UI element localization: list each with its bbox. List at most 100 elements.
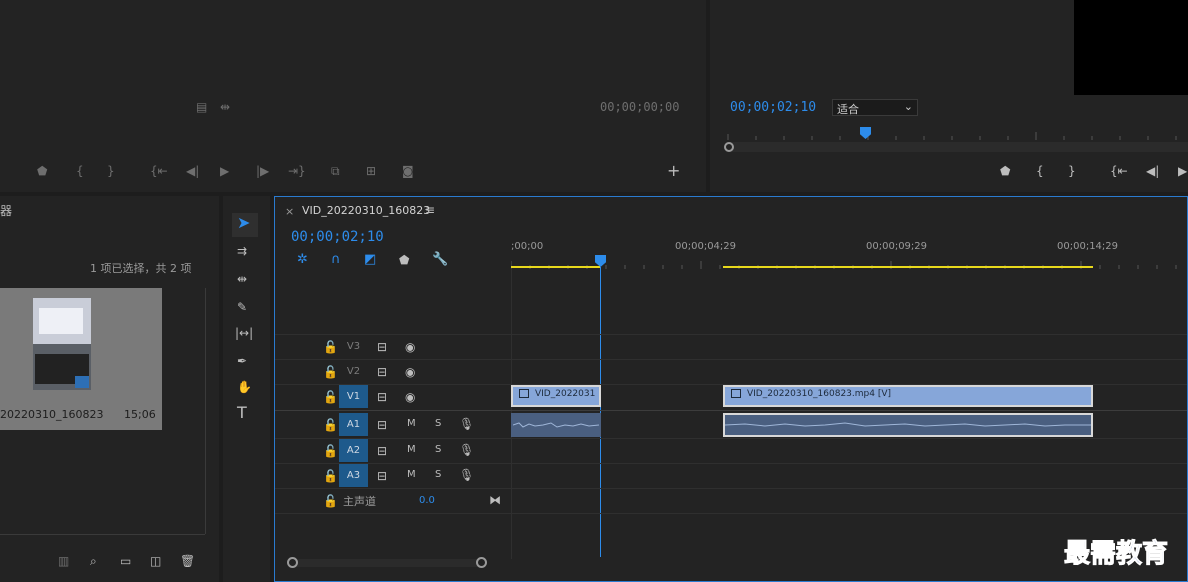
mute-button[interactable]: M [407, 469, 416, 480]
divider [275, 410, 1187, 411]
track-select-tool-icon[interactable]: ⇉ [237, 244, 247, 258]
add-button-icon[interactable]: + [667, 163, 680, 179]
eye-icon[interactable]: ◉ [405, 365, 415, 379]
track-header-v2: 🔓 V2 ⊟ ◉ [275, 360, 511, 384]
step-back-icon[interactable]: ◀| [186, 164, 199, 178]
microphone-icon[interactable]: 🎙 [459, 443, 474, 457]
program-timecode[interactable]: 00;00;02;10 [730, 100, 816, 115]
mark-out-icon[interactable]: } [1068, 164, 1076, 178]
sequence-tab[interactable]: VID_20220310_160823 [302, 204, 430, 217]
sync-lock-icon[interactable]: ⊟ [377, 444, 387, 458]
timeline-timecode[interactable]: 00;00;02;10 [291, 229, 384, 245]
step-forward-icon[interactable]: |▶ [256, 164, 269, 178]
project-item[interactable]: 20220310_160823 15;06 [0, 288, 162, 430]
lock-icon[interactable]: 🔓 [323, 469, 338, 483]
go-to-in-icon[interactable]: {⇤ [1110, 164, 1128, 178]
audio-clip-1[interactable] [511, 413, 601, 437]
track-label-v3[interactable]: V3 [339, 335, 368, 358]
selection-tool-icon[interactable]: ➤ [237, 215, 250, 231]
hand-tool-icon[interactable]: ✋ [237, 380, 252, 394]
marker-icon[interactable]: ⬟ [1000, 164, 1010, 178]
freeform-view-icon[interactable]: ▥ [58, 554, 69, 568]
lock-icon[interactable]: 🔓 [323, 444, 338, 458]
lock-icon[interactable]: 🔓 [323, 418, 338, 432]
program-scrollbar[interactable] [724, 142, 1188, 152]
sync-lock-icon[interactable]: ⊟ [377, 390, 387, 404]
lock-icon[interactable]: 🔓 [323, 494, 338, 508]
master-volume-value[interactable]: 0.0 [419, 495, 435, 506]
overwrite-icon[interactable]: ⊞ [366, 164, 376, 178]
mute-button[interactable]: M [407, 418, 416, 429]
linked-selection-icon[interactable]: ◩ [364, 253, 376, 267]
eye-icon[interactable]: ◉ [405, 390, 415, 404]
sync-lock-icon[interactable]: ⊟ [377, 365, 387, 379]
track-header-a1: 🔓 A1 ⊟ M S 🎙 [275, 413, 511, 437]
lock-icon[interactable]: 🔓 [323, 365, 338, 379]
solo-button[interactable]: S [435, 418, 441, 429]
close-tab-icon[interactable]: × [285, 205, 294, 218]
track-label-a1[interactable]: A1 [339, 413, 368, 436]
camera-icon[interactable]: ◙ [402, 164, 414, 178]
scroll-handle-right[interactable] [476, 557, 487, 568]
pen-tool-icon[interactable]: ✒ [237, 354, 247, 368]
slip-tool-icon[interactable]: |↔| [235, 326, 253, 340]
scroll-handle-left[interactable] [724, 142, 734, 152]
new-bin-icon[interactable]: ▭ [120, 554, 131, 568]
track-label-a2[interactable]: A2 [339, 439, 368, 462]
drag-audio-icon[interactable]: ⇹ [220, 100, 230, 114]
wrench-icon[interactable]: 🔧 [432, 253, 448, 267]
zoom-dropdown[interactable]: 适合 ⌄ [832, 99, 918, 116]
nest-toggle-icon[interactable]: ✲ [297, 253, 308, 267]
track-label-a3[interactable]: A3 [339, 464, 368, 487]
add-marker-icon[interactable]: ⬟ [399, 253, 409, 267]
sync-lock-icon[interactable]: ⊟ [377, 340, 387, 354]
video-clip-1[interactable]: VID_2022031 [511, 385, 601, 407]
panel-title[interactable]: 器 [0, 202, 12, 219]
track-label-v2[interactable]: V2 [339, 360, 368, 383]
go-to-out-icon[interactable]: ⇥} [288, 164, 306, 178]
solo-button[interactable]: S [435, 469, 441, 480]
razor-tool-icon[interactable]: ✎ [237, 300, 247, 314]
fx-badge-icon [731, 389, 741, 398]
ripple-edit-tool-icon[interactable]: ⇹ [237, 272, 247, 286]
mute-button[interactable]: M [407, 444, 416, 455]
lock-icon[interactable]: 🔓 [323, 390, 338, 404]
new-item-icon[interactable]: ◫ [150, 554, 161, 568]
track-header-v1: 🔓 V1 ⊟ ◉ [275, 385, 511, 409]
microphone-icon[interactable]: 🎙 [459, 417, 474, 431]
step-back-icon[interactable]: ◀| [1146, 164, 1159, 178]
track-label-v1[interactable]: V1 [339, 385, 368, 408]
clip-label: VID_20220310_160823.mp4 [V] [747, 389, 892, 399]
sync-lock-icon[interactable]: ⊟ [377, 469, 387, 483]
mark-in-icon[interactable]: { [1036, 164, 1044, 178]
lock-icon[interactable]: 🔓 [323, 340, 338, 354]
microphone-icon[interactable]: 🎙 [459, 468, 474, 482]
export-frame-icon[interactable]: ▤ [196, 100, 207, 114]
eye-icon[interactable]: ◉ [405, 340, 415, 354]
type-tool-icon[interactable]: T [237, 405, 247, 421]
go-to-in-icon[interactable]: {⇤ [150, 164, 168, 178]
go-to-end-icon[interactable]: ⧓ [489, 493, 501, 507]
insert-icon[interactable]: ⧉ [331, 164, 340, 178]
video-badge-icon [75, 376, 89, 388]
marker-icon[interactable]: ⬟ [37, 164, 47, 178]
zoom-value: 适合 [837, 103, 859, 116]
timeline-scrollbar[interactable] [287, 557, 487, 568]
mark-out-icon[interactable]: } [107, 164, 115, 178]
mark-in-icon[interactable]: { [76, 164, 84, 178]
program-ruler[interactable] [724, 128, 1188, 140]
play-icon[interactable]: ▶ [1178, 164, 1187, 178]
audio-clip-2[interactable] [723, 413, 1093, 437]
ruler-label: 00;00;04;29 [675, 241, 737, 252]
ruler-label: ;00;00 [511, 241, 544, 252]
render-bar-yellow [511, 266, 600, 268]
search-icon[interactable]: ⌕ [90, 554, 97, 568]
sync-lock-icon[interactable]: ⊟ [377, 418, 387, 432]
snap-icon[interactable]: ∩ [331, 253, 341, 267]
solo-button[interactable]: S [435, 444, 441, 455]
video-clip-2[interactable]: VID_20220310_160823.mp4 [V] [723, 385, 1093, 407]
play-icon[interactable]: ▶ [220, 164, 229, 178]
tab-menu-icon[interactable]: ≡ [425, 203, 435, 217]
scroll-handle-left[interactable] [287, 557, 298, 568]
trash-icon[interactable]: 🗑 [180, 554, 195, 568]
